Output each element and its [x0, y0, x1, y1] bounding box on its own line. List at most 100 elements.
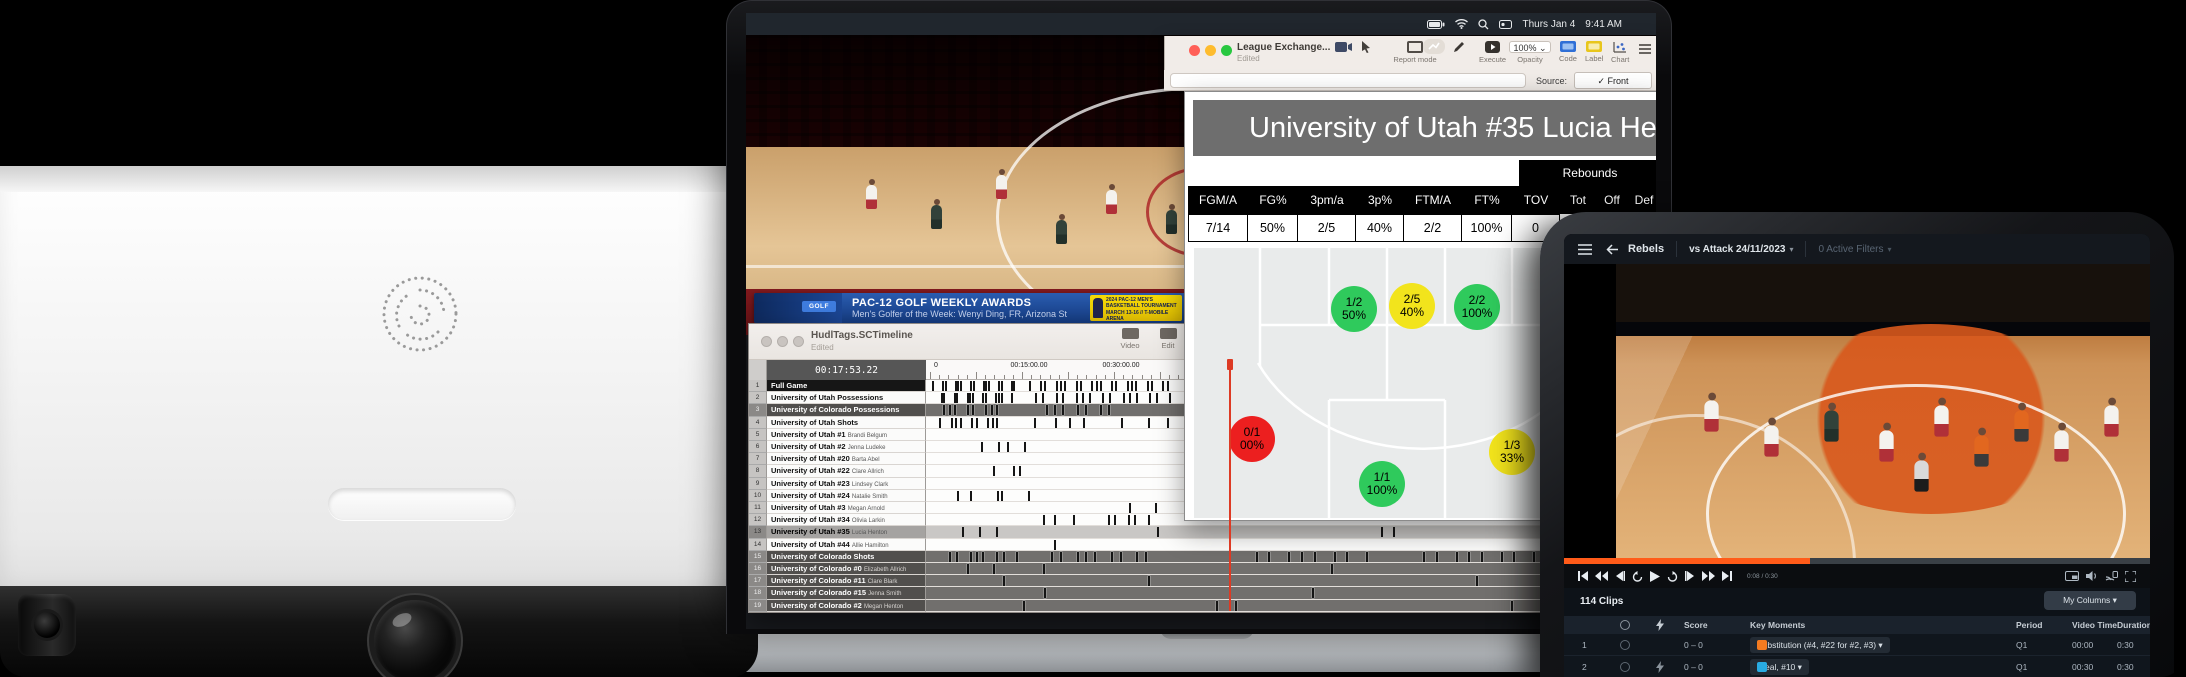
clip-instance-mark[interactable] — [1169, 393, 1172, 404]
clip-instance-mark[interactable] — [978, 527, 981, 538]
script-input[interactable] — [1170, 73, 1526, 88]
clip-instance-mark[interactable] — [1111, 381, 1114, 391]
rewind-icon[interactable] — [1595, 571, 1608, 581]
shot-zone-bubble[interactable]: 1/2 50% — [1331, 286, 1377, 332]
clip-instance-mark[interactable] — [1083, 417, 1086, 428]
more-tools-button[interactable] — [1639, 44, 1651, 56]
clip-row[interactable]: 1 0 – 0 Substitution (#4, #22 for #2, #3) … — [1564, 634, 2150, 656]
clip-instance-mark[interactable] — [1051, 551, 1054, 562]
timeline-row[interactable]: 16 University of Colorado #0 Elizabeth Al… — [749, 563, 1655, 576]
clip-instance-mark[interactable] — [1043, 588, 1046, 599]
duration-column-header[interactable]: Duration — [2117, 616, 2150, 634]
key-moment-chip[interactable]: Substitution (#4, #22 for #2, #3) ▾ — [1750, 637, 1890, 653]
clip-instance-mark[interactable] — [1468, 551, 1471, 562]
clip-instance-mark[interactable] — [1423, 551, 1426, 562]
clip-instance-mark[interactable] — [1055, 381, 1058, 391]
clip-instance-mark[interactable] — [961, 527, 964, 538]
zoom-window-icon[interactable] — [793, 336, 804, 347]
clip-instance-mark[interactable] — [1129, 503, 1132, 513]
clip-instance-mark[interactable] — [1333, 551, 1336, 562]
clip-instance-mark[interactable] — [972, 405, 975, 416]
skip-end-icon[interactable] — [1722, 571, 1732, 581]
rebounds-tab[interactable]: Rebounds — [1519, 160, 1656, 186]
clip-instance-mark[interactable] — [954, 381, 957, 391]
period-column-header[interactable]: Period — [2016, 616, 2042, 634]
clip-instance-mark[interactable] — [991, 417, 994, 428]
clip-instance-mark[interactable] — [998, 393, 1001, 404]
clip-instance-mark[interactable] — [1513, 551, 1516, 562]
timeline-playhead[interactable] — [1227, 359, 1233, 611]
clip-instance-mark[interactable] — [941, 381, 944, 391]
clip-instance-mark[interactable] — [1075, 381, 1078, 391]
close-window-icon[interactable] — [1189, 45, 1200, 56]
clip-instance-mark[interactable] — [1060, 551, 1063, 562]
row-label[interactable]: University of Utah #35 Lucia Henton — [767, 526, 926, 539]
clip-instance-mark[interactable] — [969, 490, 972, 501]
clip-instance-mark[interactable] — [996, 490, 999, 501]
clip-instance-mark[interactable] — [1045, 405, 1048, 416]
clip-instance-mark[interactable] — [1216, 600, 1219, 611]
clip-instance-mark[interactable] — [1002, 576, 1005, 587]
clip-instance-mark[interactable] — [975, 551, 978, 562]
clip-instance-mark[interactable] — [1288, 551, 1291, 562]
clip-instance-mark[interactable] — [972, 393, 975, 404]
close-window-icon[interactable] — [761, 336, 772, 347]
skip-start-icon[interactable] — [1578, 571, 1588, 581]
clip-row[interactable]: 2 0 – 0 Steal, #10 ▾ Q1 00:30 0:30 — [1564, 656, 2150, 677]
clip-instance-mark[interactable] — [1147, 515, 1150, 526]
clip-instance-mark[interactable] — [1102, 393, 1105, 404]
timeline-row[interactable]: 13 University of Utah #35 Lucia Henton — [749, 526, 1655, 539]
clip-instance-mark[interactable] — [1002, 551, 1005, 562]
clip-instance-mark[interactable] — [1455, 551, 1458, 562]
clip-instance-mark[interactable] — [1054, 515, 1057, 526]
clip-instance-mark[interactable] — [1033, 417, 1036, 428]
clip-instance-mark[interactable] — [1075, 393, 1078, 404]
clip-instance-mark[interactable] — [1011, 393, 1014, 404]
label-button[interactable]: Label — [1585, 41, 1603, 63]
row-label[interactable]: University of Utah #34 Olivia Larkin — [767, 514, 926, 527]
clip-instance-mark[interactable] — [985, 405, 988, 416]
clip-instance-mark[interactable] — [1255, 551, 1258, 562]
opacity-control[interactable]: 100% ⌄ Opacity — [1509, 41, 1551, 64]
clip-instance-mark[interactable] — [940, 393, 943, 404]
timeline-row[interactable]: 19 University of Colorado #2 Megan Henton — [749, 599, 1655, 612]
clip-instance-mark[interactable] — [1166, 417, 1169, 428]
clip-instance-mark[interactable] — [1476, 576, 1479, 587]
clip-instance-mark[interactable] — [998, 381, 1001, 391]
clip-instance-mark[interactable] — [1480, 551, 1483, 562]
clip-instance-mark[interactable] — [1022, 600, 1025, 611]
row-label[interactable]: University of Colorado #15 Jenna Smith — [767, 587, 926, 600]
clip-instance-mark[interactable] — [1010, 381, 1013, 391]
clip-instance-mark[interactable] — [1129, 393, 1132, 404]
clip-instance-mark[interactable] — [1126, 381, 1129, 391]
row-label[interactable]: University of Colorado Shots — [767, 550, 926, 563]
frame-back-icon[interactable] — [1615, 571, 1625, 581]
clip-instance-mark[interactable] — [969, 381, 972, 391]
clip-instance-mark[interactable] — [959, 381, 962, 391]
edit-button[interactable]: Edit — [1151, 328, 1185, 350]
clip-instance-mark[interactable] — [1149, 393, 1152, 404]
clip-instance-mark[interactable] — [966, 393, 969, 404]
my-columns-button[interactable]: My Columns ▾ — [2044, 591, 2136, 610]
clip-instance-mark[interactable] — [1119, 551, 1122, 562]
shot-zone-bubble[interactable]: 0/1 00% — [1229, 416, 1275, 462]
clip-instance-mark[interactable] — [956, 490, 959, 501]
key-moments-column-header[interactable]: Key Moments — [1750, 616, 1805, 634]
fast-forward-icon[interactable] — [1702, 571, 1715, 581]
row-label[interactable]: University of Utah #20 Barta Abel — [767, 453, 926, 466]
clip-instance-mark[interactable] — [1108, 515, 1111, 526]
clip-instance-mark[interactable] — [1007, 442, 1010, 452]
clip-instance-mark[interactable] — [1012, 466, 1015, 477]
clip-instance-mark[interactable] — [948, 405, 951, 416]
clip-instance-mark[interactable] — [995, 405, 998, 416]
clip-instance-mark[interactable] — [1018, 466, 1021, 477]
clip-instance-mark[interactable] — [1043, 564, 1046, 574]
hamburger-menu-icon[interactable] — [1578, 243, 1592, 255]
code-button[interactable]: Code — [1559, 41, 1577, 63]
clip-instance-mark[interactable] — [1435, 551, 1438, 562]
clip-instance-mark[interactable] — [1150, 381, 1153, 391]
clip-instance-mark[interactable] — [982, 381, 985, 391]
game-selector[interactable]: vs Attack 24/11/2023 — [1689, 244, 1785, 255]
video-time-column-header[interactable]: Video Time — [2072, 616, 2117, 634]
clip-instance-mark[interactable] — [954, 405, 957, 416]
